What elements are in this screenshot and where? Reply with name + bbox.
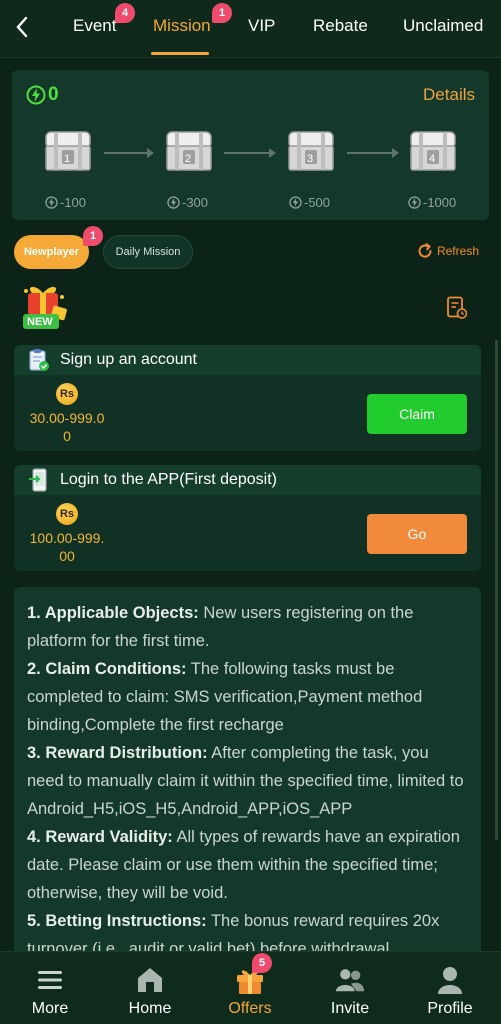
tab-unclaimed[interactable]: Unclaimed: [403, 16, 483, 36]
task-title: Sign up an account: [60, 351, 197, 368]
treasure-chest-1[interactable]: 1: [42, 126, 94, 174]
chest-arrow: [224, 148, 276, 158]
rule-item: 2. Claim Conditions: The following tasks…: [27, 655, 469, 739]
task-card-signup: Sign up an account Rs 30.00-999.0 0 Clai…: [14, 345, 481, 451]
task-reward-line: 100.00-999.: [29, 530, 105, 546]
rule-item: 1. Applicable Objects: New users registe…: [27, 599, 469, 655]
rupee-coin-icon: Rs: [56, 383, 78, 405]
phone-login-icon: [29, 468, 47, 492]
chest-number: 2: [185, 153, 192, 165]
rule-item: 4. Reward Validity: All types of rewards…: [27, 823, 469, 907]
tab-newplayer[interactable]: Newplayer: [14, 235, 89, 269]
details-link[interactable]: Details: [423, 85, 475, 105]
task-reward: 100.00-999. 00: [22, 529, 112, 565]
nav-label: More: [31, 1000, 69, 1017]
treasure-chest-4[interactable]: 4: [407, 126, 459, 174]
chest-arrow: [347, 148, 399, 158]
tab-mission[interactable]: Mission: [153, 16, 211, 36]
new-gift-icon: NEW: [18, 283, 70, 333]
task-card-first-deposit: Login to the APP(First deposit) Rs 100.0…: [14, 465, 481, 571]
scrollbar[interactable]: [495, 340, 498, 840]
rule-heading: 3. Reward Distribution:: [27, 744, 208, 762]
event-badge: 4: [115, 3, 135, 23]
chest-requirement: -1000: [408, 195, 456, 210]
newplayer-badge: 1: [83, 226, 103, 246]
rule-heading: 2. Claim Conditions:: [27, 660, 187, 678]
active-tab-underline: [151, 52, 209, 55]
chevron-left-icon: [16, 16, 28, 38]
profile-icon: [434, 964, 466, 996]
lightning-icon: [45, 196, 58, 209]
chest-icon: [410, 131, 456, 171]
mission-record-icon[interactable]: [446, 296, 468, 320]
rule-heading: 5. Betting Instructions:: [27, 912, 207, 930]
chest-requirement-value: -300: [182, 195, 209, 210]
rupee-coin-icon: Rs: [56, 503, 78, 525]
chest-icon: [288, 131, 334, 171]
nav-invite[interactable]: Invite: [300, 952, 400, 1024]
rule-heading: 1. Applicable Objects:: [27, 604, 199, 622]
task-header: Sign up an account: [14, 345, 481, 375]
home-icon: [134, 964, 166, 996]
nav-label: Home: [128, 1000, 172, 1017]
bottom-navigation: More Home Offers 5 Invite Profile: [0, 951, 501, 1024]
nav-label: Profile: [427, 1000, 473, 1017]
chest-requirement-value: -100: [60, 195, 87, 210]
rule-item: 3. Reward Distribution: After completing…: [27, 739, 469, 823]
tab-vip[interactable]: VIP: [248, 16, 275, 36]
tab-daily-mission[interactable]: Daily Mission: [103, 235, 193, 269]
mission-badge: 1: [212, 3, 232, 23]
treasure-chest-3[interactable]: 3: [285, 126, 337, 174]
claim-button[interactable]: Claim: [367, 394, 467, 434]
task-reward-line: 30.00-999.0: [29, 410, 105, 426]
tab-event[interactable]: Event: [73, 16, 116, 36]
task-header: Login to the APP(First deposit): [14, 465, 481, 495]
rules-panel: 1. Applicable Objects: New users registe…: [14, 587, 481, 967]
chest-arrow: [104, 148, 154, 158]
offers-badge: 5: [252, 953, 272, 973]
chest-requirement-value: -500: [304, 195, 331, 210]
task-reward-line: 0: [63, 428, 71, 444]
treasure-chest-2[interactable]: 2: [163, 126, 215, 174]
refresh-label: Refresh: [436, 244, 479, 258]
go-button[interactable]: Go: [367, 514, 467, 554]
chest-number: 3: [307, 153, 314, 165]
refresh-icon: [418, 243, 432, 258]
chest-requirement-value: -1000: [423, 195, 457, 210]
nav-label: Offers: [228, 1000, 272, 1017]
energy-counter: 0: [26, 84, 59, 106]
task-reward: 30.00-999.0 0: [22, 409, 112, 445]
chest-icon: [166, 131, 212, 171]
rule-heading: 4. Reward Validity:: [27, 828, 173, 846]
new-label: NEW: [27, 316, 53, 328]
nav-more[interactable]: More: [0, 952, 100, 1024]
chest-number: 1: [64, 153, 71, 165]
refresh-button[interactable]: Refresh: [416, 242, 479, 260]
chest-progress-card: 0 Details 1 2 3 4 -100 -300 -500 -1000: [12, 70, 489, 220]
top-tab-bar: Event 4 Mission 1 VIP Rebate Unclaimed: [0, 0, 501, 58]
nav-home[interactable]: Home: [100, 952, 200, 1024]
lightning-icon: [167, 196, 180, 209]
nav-label: Invite: [330, 1000, 370, 1017]
back-button[interactable]: [8, 12, 36, 42]
energy-value: 0: [48, 84, 59, 105]
nav-profile[interactable]: Profile: [400, 952, 500, 1024]
tab-rebate[interactable]: Rebate: [313, 16, 368, 36]
clipboard-check-icon: [29, 349, 49, 371]
lightning-icon: [408, 196, 421, 209]
lightning-icon: [26, 85, 46, 105]
chest-requirement: -500: [289, 195, 330, 210]
chest-icon: [45, 131, 91, 171]
task-reward-line: 00: [59, 548, 75, 564]
chest-number: 4: [429, 153, 436, 165]
menu-icon: [34, 964, 66, 996]
chest-requirement: -300: [167, 195, 208, 210]
task-title: Login to the APP(First deposit): [60, 471, 277, 488]
people-icon: [334, 964, 366, 996]
chest-requirement: -100: [45, 195, 86, 210]
lightning-icon: [289, 196, 302, 209]
nav-offers[interactable]: Offers 5: [200, 952, 300, 1024]
